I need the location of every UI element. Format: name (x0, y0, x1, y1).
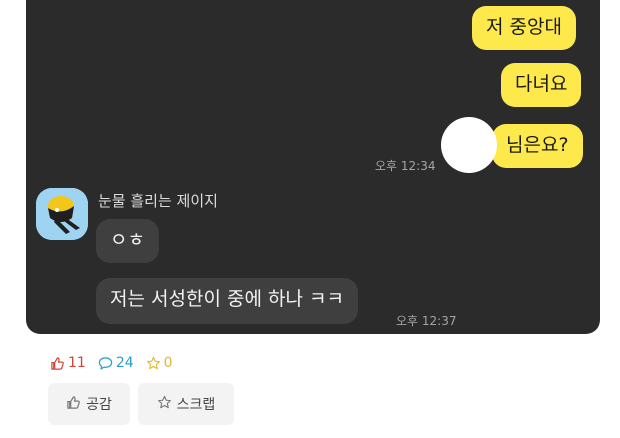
my-message-bubble: 저 중앙대 (472, 6, 576, 50)
empathy-label: 공감 (86, 397, 112, 413)
comment-count-value: 24 (115, 355, 134, 371)
scrap-count[interactable]: 0 (146, 355, 173, 371)
avatar (36, 188, 88, 240)
scrap-count-value: 0 (163, 355, 173, 371)
empathy-button[interactable]: 공감 (48, 383, 130, 425)
thumbs-up-icon (66, 395, 81, 414)
message-time: 오후 12:37 (396, 314, 457, 328)
their-message-bubble: 저는 서성한이 중에 하나 ㅋㅋ (96, 278, 358, 324)
scrap-label: 스크랩 (176, 397, 216, 413)
star-icon (146, 356, 161, 371)
sender-name: 눈물 흘리는 제이지 (98, 192, 218, 210)
redaction-circle (441, 117, 497, 173)
my-message-bubble: 님은요? (492, 124, 583, 168)
scrap-button[interactable]: 스크랩 (138, 383, 234, 425)
like-count-value: 11 (68, 355, 86, 371)
comment-count[interactable]: 24 (98, 355, 134, 371)
comment-bubble-icon (98, 356, 113, 371)
my-message-bubble: 다녀요 (501, 63, 582, 107)
their-message-bubble: ㅇㅎ (96, 219, 159, 263)
message-time: 오후 12:34 (375, 159, 436, 173)
star-icon (157, 395, 172, 414)
like-count[interactable]: 11 (50, 355, 86, 371)
thumbs-up-icon (50, 356, 65, 371)
avatar-image (36, 188, 88, 240)
reaction-bar: 11 24 0 (50, 355, 173, 371)
